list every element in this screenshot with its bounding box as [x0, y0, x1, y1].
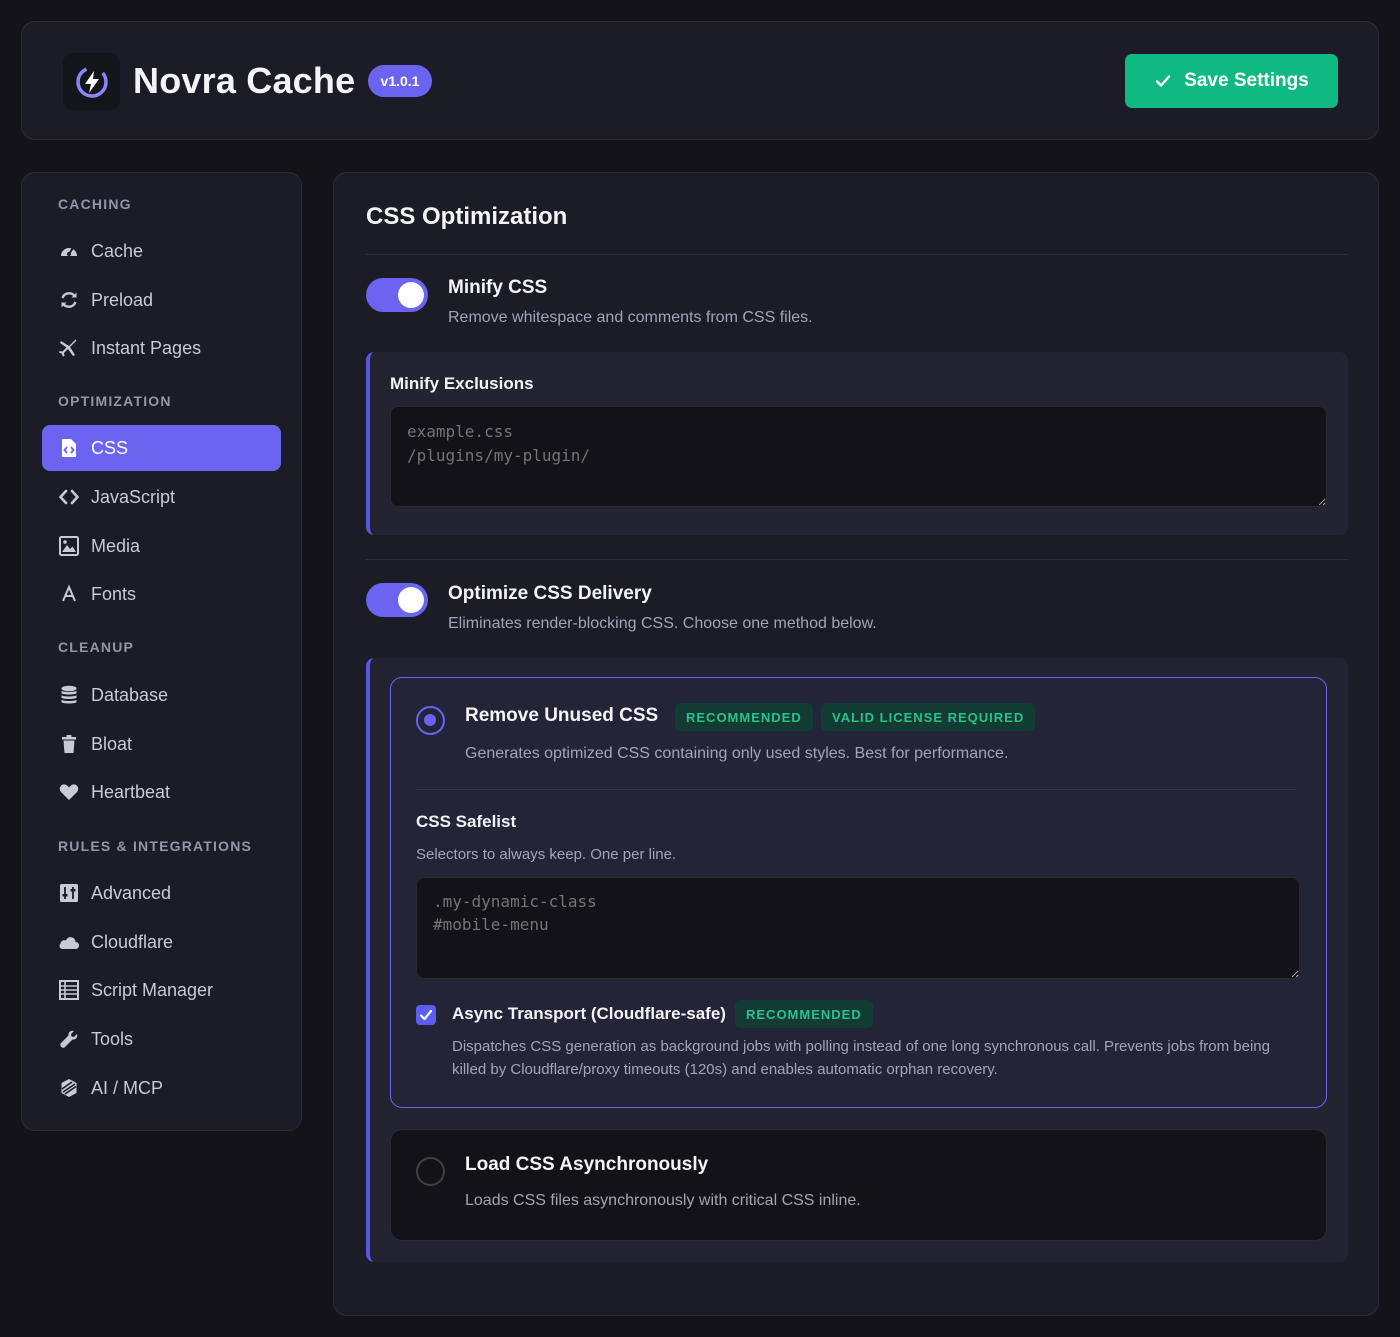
sidebar-item-label: Cache — [91, 240, 144, 261]
sidebar-section-caching: CACHING — [58, 196, 132, 212]
sidebar: CACHING Cache Preload Instant Pages OPTI… — [21, 172, 302, 1131]
css-file-icon — [58, 437, 80, 459]
logo — [63, 53, 120, 110]
page-title: CSS Optimization — [366, 203, 568, 230]
minify-css-description: Remove whitespace and comments from CSS … — [448, 309, 813, 326]
recommended-badge: RECOMMENDED — [675, 703, 813, 731]
gauge-icon — [58, 240, 80, 262]
code-icon — [58, 486, 80, 508]
sidebar-item-cloudflare[interactable]: Cloudflare — [42, 919, 281, 965]
image-icon — [58, 535, 80, 557]
save-settings-button[interactable]: Save Settings — [1125, 54, 1338, 108]
app-header: Novra Cache v1.0.1 Save Settings — [21, 21, 1379, 140]
divider — [366, 254, 1348, 255]
sidebar-item-label: CSS — [91, 437, 129, 458]
heart-icon — [58, 781, 80, 803]
sidebar-item-label: Script Manager — [91, 979, 214, 1000]
sidebar-item-tools[interactable]: Tools — [42, 1016, 281, 1062]
sidebar-section-optimization: OPTIMIZATION — [58, 393, 172, 409]
list-icon — [58, 979, 80, 1001]
sidebar-item-heartbeat[interactable]: Heartbeat — [42, 769, 281, 815]
minify-css-title: Minify CSS — [448, 277, 548, 298]
sidebar-item-javascript[interactable]: JavaScript — [42, 474, 281, 520]
license-required-badge: VALID LICENSE REQUIRED — [821, 703, 1036, 731]
async-transport-description: Dispatches CSS generation as background … — [452, 1038, 1270, 1078]
minify-exclusions-panel: Minify Exclusions — [366, 352, 1348, 535]
save-settings-label: Save Settings — [1184, 70, 1309, 91]
sidebar-item-advanced[interactable]: Advanced — [42, 870, 281, 916]
bolt-logo-icon — [75, 65, 108, 98]
sidebar-item-media[interactable]: Media — [42, 523, 281, 569]
remove-unused-css-description: Generates optimized CSS containing only … — [465, 745, 1009, 762]
app-title: Novra Cache — [133, 60, 356, 101]
divider — [416, 789, 1296, 790]
async-transport-label: Async Transport (Cloudflare-safe) — [452, 1004, 726, 1023]
load-css-async-radio[interactable] — [416, 1157, 445, 1186]
remove-unused-css-card[interactable]: Remove Unused CSS RECOMMENDED VALID LICE… — [390, 677, 1327, 1108]
sidebar-section-rules-integrations: RULES & INTEGRATIONS — [58, 838, 253, 854]
sidebar-item-instant-pages[interactable]: Instant Pages — [42, 325, 281, 371]
load-css-async-card[interactable]: Load CSS Asynchronously Loads CSS files … — [390, 1129, 1327, 1241]
optimize-css-delivery-title: Optimize CSS Delivery — [448, 583, 652, 604]
cloud-icon — [58, 931, 80, 953]
css-safelist-help: Selectors to always keep. One per line. — [416, 846, 677, 863]
sidebar-item-label: JavaScript — [91, 486, 176, 507]
trash-icon — [58, 733, 80, 755]
sidebar-item-label: Tools — [91, 1028, 134, 1049]
minify-exclusions-label: Minify Exclusions — [390, 374, 534, 393]
css-safelist-input[interactable] — [416, 877, 1300, 979]
sync-icon — [58, 289, 80, 311]
sliders-icon — [58, 882, 80, 904]
optimize-css-delivery-description: Eliminates render-blocking CSS. Choose o… — [448, 615, 877, 632]
minify-css-toggle[interactable] — [366, 278, 428, 312]
css-delivery-methods-panel: Remove Unused CSS RECOMMENDED VALID LICE… — [366, 658, 1348, 1262]
sidebar-item-label: Advanced — [91, 882, 172, 903]
main-panel: CSS Optimization Minify CSS Remove white… — [333, 172, 1379, 1316]
plane-icon — [58, 337, 80, 359]
divider — [366, 559, 1348, 560]
sidebar-item-label: Cloudflare — [91, 931, 174, 952]
load-css-async-title: Load CSS Asynchronously — [465, 1154, 709, 1175]
font-icon — [58, 583, 80, 605]
ai-icon — [58, 1077, 80, 1099]
sidebar-item-label: Fonts — [91, 583, 137, 604]
remove-unused-css-title: Remove Unused CSS — [465, 705, 659, 726]
sidebar-item-preload[interactable]: Preload — [42, 277, 281, 323]
async-recommended-badge: RECOMMENDED — [735, 1000, 873, 1028]
wrench-icon — [58, 1028, 80, 1050]
load-css-async-description: Loads CSS files asynchronously with crit… — [465, 1192, 861, 1209]
sidebar-item-label: Heartbeat — [91, 781, 171, 802]
sidebar-item-cache[interactable]: Cache — [42, 228, 281, 274]
optimize-css-delivery-toggle[interactable] — [366, 583, 428, 617]
remove-unused-css-radio[interactable] — [416, 706, 445, 735]
sidebar-item-fonts[interactable]: Fonts — [42, 571, 281, 617]
sidebar-item-ai-mcp[interactable]: AI / MCP — [42, 1065, 281, 1111]
async-transport-checkbox[interactable] — [416, 1005, 436, 1025]
sidebar-item-script-manager[interactable]: Script Manager — [42, 967, 281, 1013]
css-safelist-label: CSS Safelist — [416, 812, 517, 831]
sidebar-item-label: Database — [91, 684, 169, 705]
check-icon — [419, 1009, 433, 1021]
database-icon — [58, 684, 80, 706]
minify-exclusions-input[interactable] — [390, 406, 1327, 507]
check-icon — [1155, 75, 1171, 87]
sidebar-item-label: AI / MCP — [91, 1077, 164, 1098]
sidebar-item-database[interactable]: Database — [42, 672, 281, 718]
sidebar-item-css[interactable]: CSS — [42, 425, 281, 471]
sidebar-section-cleanup: CLEANUP — [58, 639, 135, 655]
sidebar-item-label: Bloat — [91, 733, 133, 754]
version-badge: v1.0.1 — [368, 65, 432, 97]
sidebar-item-label: Instant Pages — [91, 337, 202, 358]
sidebar-item-label: Media — [91, 535, 141, 556]
sidebar-item-label: Preload — [91, 289, 154, 310]
sidebar-item-bloat[interactable]: Bloat — [42, 721, 281, 767]
